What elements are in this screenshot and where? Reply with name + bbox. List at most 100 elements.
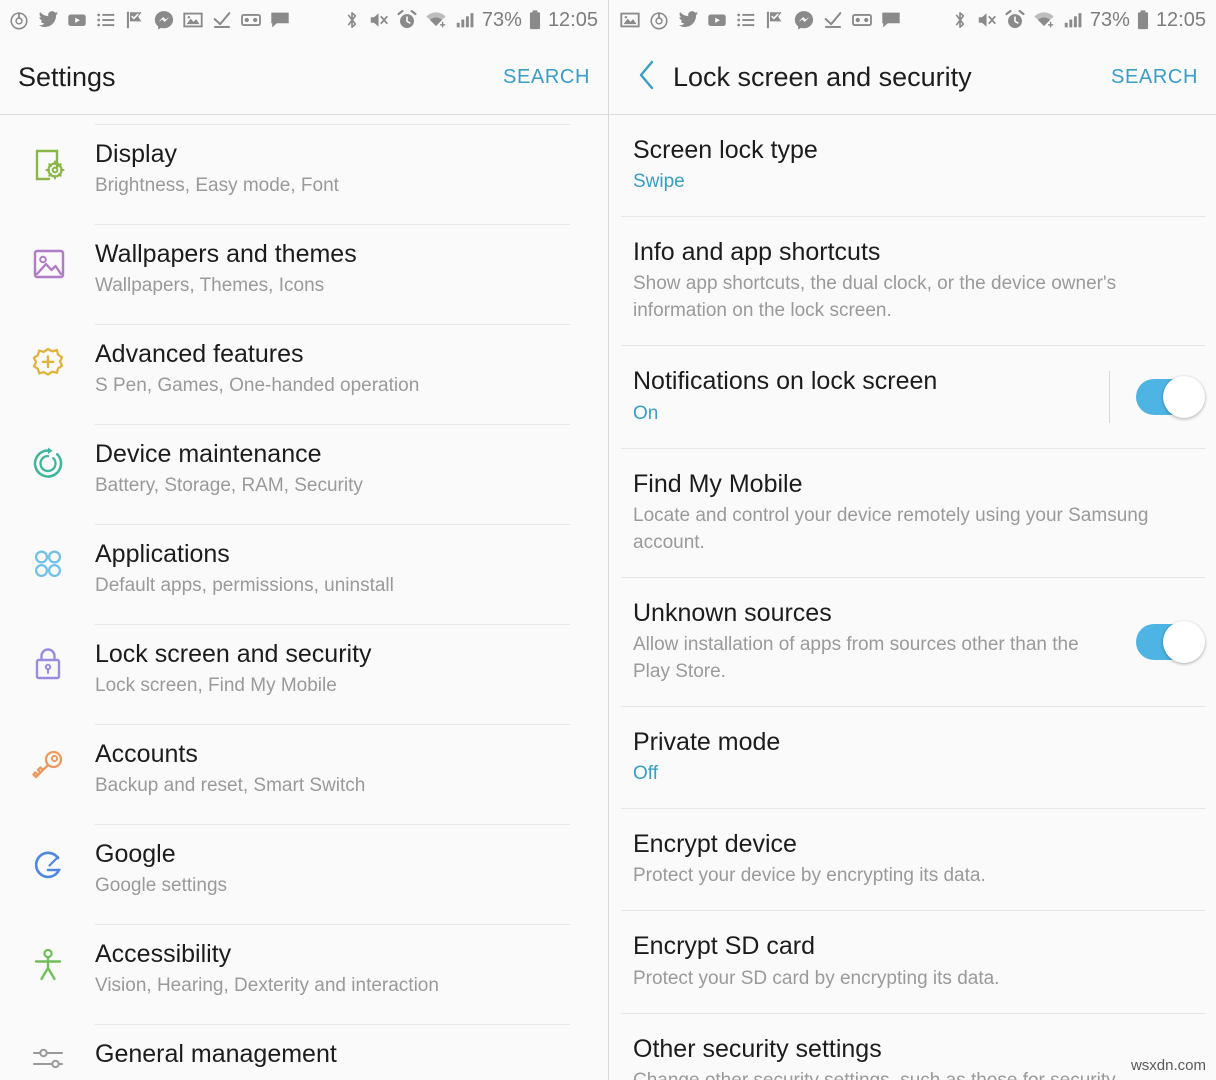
list-item-text: Encrypt SD card Protect your SD card by … [633, 911, 1202, 1012]
lock-icon [0, 625, 95, 687]
security-settings-list: Screen lock type Swipe Info and app shor… [609, 115, 1216, 1080]
list-item-text: Private mode Off [633, 707, 1202, 808]
battery-icon [1136, 9, 1150, 31]
check-download-icon [211, 9, 233, 31]
power-clock-icon [648, 9, 670, 31]
sidebar-item-text: Accessibility Vision, Hearing, Dexterity… [95, 925, 590, 997]
sidebar-item-display[interactable]: Display Brightness, Easy mode, Font [0, 125, 608, 224]
battery-percent-label: 73% [481, 8, 522, 31]
sidebar-item-subtitle: Default apps, permissions, uninstall [95, 574, 394, 596]
sidebar-item-wallpapers-and-themes[interactable]: Wallpapers and themes Wallpapers, Themes… [0, 225, 608, 324]
toggle-divider [1109, 371, 1110, 424]
sidebar-item-text: Display Brightness, Easy mode, Font [95, 125, 590, 197]
chat-bubble-icon [269, 9, 291, 31]
list-item-info-and-app-shortcuts[interactable]: Info and app shortcuts Show app shortcut… [609, 217, 1216, 345]
sidebar-item-device-maintenance[interactable]: Device maintenance Battery, Storage, RAM… [0, 425, 608, 524]
sidebar-item-lock-screen-and-security[interactable]: Lock screen and security Lock screen, Fi… [0, 625, 608, 724]
status-bar-right: 73% 12:05 [609, 0, 1216, 40]
notification-icons-right [619, 9, 902, 31]
list-item-private-mode[interactable]: Private mode Off [609, 707, 1216, 808]
list-item-notifications-on-lock-screen[interactable]: Notifications on lock screen On [609, 346, 1216, 447]
sidebar-item-title: Advanced features [95, 340, 304, 368]
list-item-subtitle: Protect your SD card by encrypting its d… [633, 967, 1000, 989]
chat-bubble-icon [880, 9, 902, 31]
list-item-text: Other security settings Change other sec… [633, 1014, 1202, 1080]
alarm-icon [396, 9, 418, 31]
list-item-title: Private mode [633, 728, 781, 756]
list-item-text: Encrypt device Protect your device by en… [633, 809, 1202, 910]
list-item-screen-lock-type[interactable]: Screen lock type Swipe [609, 115, 1216, 216]
sidebar-item-applications[interactable]: Applications Default apps, permissions, … [0, 525, 608, 624]
sidebar-item-subtitle: Backup and reset, Smart Switch [95, 774, 366, 796]
list-item-title: Unknown sources [633, 598, 832, 627]
bluetooth-icon [342, 9, 362, 31]
list-item-title: Screen lock type [633, 136, 818, 164]
notifications-toggle[interactable] [1136, 376, 1205, 419]
flag-check-icon [764, 9, 786, 31]
list-top-cut [0, 115, 608, 124]
sidebar-item-title: Lock screen and security [95, 640, 372, 668]
list-item-encrypt-device[interactable]: Encrypt device Protect your device by en… [609, 809, 1216, 910]
sidebar-item-title: Google [95, 840, 176, 868]
list-item-unknown-sources[interactable]: Unknown sources Allow installation of ap… [609, 578, 1216, 706]
list-item-text: Info and app shortcuts Show app shortcut… [633, 217, 1202, 345]
page-title-lock-screen: Lock screen and security [673, 61, 972, 92]
sidebar-item-title: General management [95, 1040, 337, 1068]
list-item-other-security-settings[interactable]: Other security settings Change other sec… [609, 1014, 1216, 1080]
sidebar-item-text: Applications Default apps, permissions, … [95, 525, 590, 597]
sidebar-item-title: Wallpapers and themes [95, 240, 357, 268]
sidebar-item-accounts[interactable]: Accounts Backup and reset, Smart Switch [0, 725, 608, 824]
unknown-sources-toggle[interactable] [1136, 620, 1205, 663]
sidebar-item-text: Advanced features S Pen, Games, One-hand… [95, 325, 590, 397]
search-button-right[interactable]: SEARCH [1111, 66, 1198, 89]
list-item-title: Encrypt device [633, 830, 797, 859]
image-icon [182, 9, 204, 31]
twitter-icon [677, 9, 699, 31]
list-item-title: Info and app shortcuts [633, 238, 881, 267]
wifi-icon [424, 9, 448, 31]
twitter-icon [37, 9, 59, 31]
sidebar-item-subtitle: Lock screen, Find My Mobile [95, 674, 337, 696]
sidebar-item-title: Applications [95, 540, 230, 568]
list-item-subtitle: On [633, 402, 659, 424]
sidebar-item-subtitle: Google settings [95, 874, 228, 896]
sidebar-item-accessibility[interactable]: Accessibility Vision, Hearing, Dexterity… [0, 925, 608, 1024]
mute-icon [976, 9, 998, 31]
notification-icons-left [8, 9, 291, 31]
sliders-icon [0, 1025, 95, 1080]
sidebar-item-subtitle: Wallpapers, Themes, Icons [95, 274, 325, 296]
sidebar-item-text: Lock screen and security Lock screen, Fi… [95, 625, 590, 697]
messenger-icon [793, 9, 815, 31]
sidebar-item-subtitle: Vision, Hearing, Dexterity and interacti… [95, 974, 439, 996]
bluetooth-icon [950, 9, 970, 31]
sidebar-item-google[interactable]: Google Google settings [0, 825, 608, 924]
clock-label: 12:05 [547, 8, 598, 31]
sidebar-item-advanced-features[interactable]: Advanced features S Pen, Games, One-hand… [0, 325, 608, 424]
picture-icon [0, 225, 95, 287]
list-item-subtitle: Show app shortcuts, the dual clock, or t… [633, 273, 1117, 322]
sidebar-item-general-management[interactable]: General management [0, 1025, 608, 1080]
signal-icon [1062, 9, 1084, 31]
sidebar-item-subtitle: Brightness, Easy mode, Font [95, 174, 339, 196]
list-item-subtitle: Protect your device by encrypting its da… [633, 865, 986, 887]
search-button-left[interactable]: SEARCH [503, 66, 590, 89]
sidebar-item-text: Device maintenance Battery, Storage, RAM… [95, 425, 590, 497]
battery-icon [528, 9, 542, 31]
battery-percent-label: 73% [1089, 8, 1130, 31]
refresh-circle-icon [0, 425, 95, 487]
accessibility-person-icon [0, 925, 95, 987]
chevron-left-icon [634, 58, 660, 97]
gear-plus-icon [0, 325, 95, 387]
sidebar-item-title: Accounts [95, 740, 198, 768]
sidebar-item-subtitle: Battery, Storage, RAM, Security [95, 474, 363, 496]
list-icon [735, 9, 757, 31]
youtube-icon [66, 9, 88, 31]
watermark: wsxdn.com [1130, 1057, 1206, 1074]
alarm-icon [1004, 9, 1026, 31]
list-item-encrypt-sd-card[interactable]: Encrypt SD card Protect your SD card by … [609, 911, 1216, 1012]
list-item-subtitle: Off [633, 763, 658, 785]
back-button[interactable] [627, 57, 667, 97]
list-item-find-my-mobile[interactable]: Find My Mobile Locate and control your d… [609, 449, 1216, 577]
page-title-settings: Settings [18, 61, 116, 92]
toggle-area [1091, 371, 1205, 424]
